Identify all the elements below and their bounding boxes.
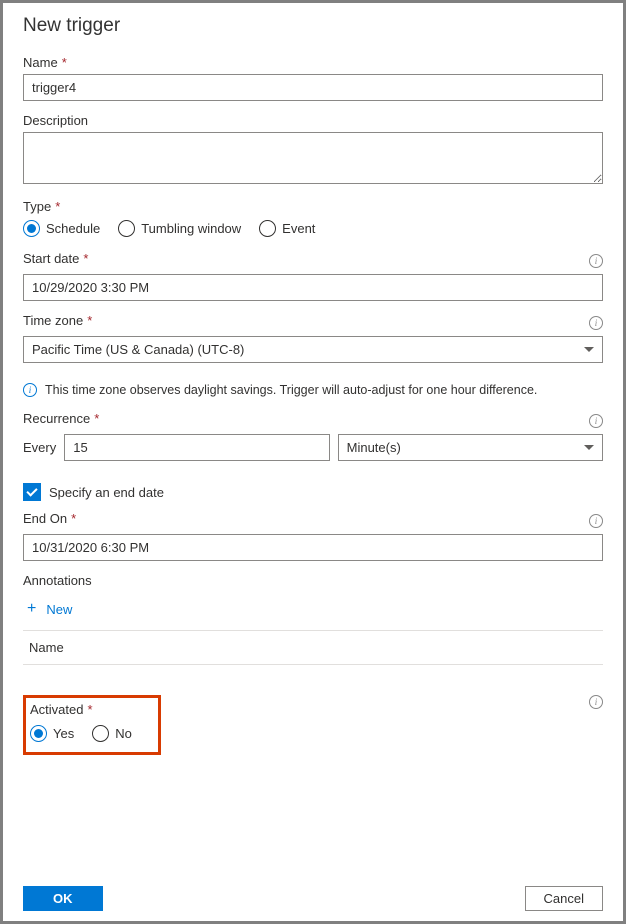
checkmark-icon xyxy=(26,485,37,496)
info-icon[interactable]: i xyxy=(589,514,603,528)
annotations-table-header: Name xyxy=(23,630,603,665)
ok-button[interactable]: OK xyxy=(23,886,103,911)
start-date-input[interactable] xyxy=(23,274,603,301)
required-marker: * xyxy=(83,251,88,266)
required-marker: * xyxy=(87,702,92,717)
type-label: Type xyxy=(23,199,51,214)
type-radio-event[interactable]: Event xyxy=(259,220,315,237)
description-field: Description xyxy=(23,113,603,187)
type-field: Type * Schedule Tumbling window Event xyxy=(23,199,603,239)
radio-icon xyxy=(23,220,40,237)
end-on-field: End On * i xyxy=(23,511,603,561)
time-zone-label: Time zone xyxy=(23,313,83,328)
recurrence-unit-value: Minute(s) xyxy=(347,440,401,455)
end-on-input[interactable] xyxy=(23,534,603,561)
end-on-label: End On xyxy=(23,511,67,526)
radio-icon xyxy=(259,220,276,237)
recurrence-unit-select[interactable]: Minute(s) xyxy=(338,434,603,461)
dst-note-text: This time zone observes daylight savings… xyxy=(45,383,537,397)
radio-icon xyxy=(30,725,47,742)
required-marker: * xyxy=(62,55,67,70)
dst-note: i This time zone observes daylight savin… xyxy=(23,383,603,397)
info-icon[interactable]: i xyxy=(589,316,603,330)
recurrence-value-input[interactable] xyxy=(64,434,329,461)
time-zone-select[interactable]: Pacific Time (US & Canada) (UTC-8) xyxy=(23,336,603,363)
required-marker: * xyxy=(55,199,60,214)
time-zone-field: Time zone * i Pacific Time (US & Canada)… xyxy=(23,313,603,363)
name-input[interactable] xyxy=(23,74,603,101)
description-label: Description xyxy=(23,113,88,128)
annotations-new-label: New xyxy=(46,602,72,617)
footer: OK Cancel xyxy=(23,876,603,911)
info-icon[interactable]: i xyxy=(589,695,603,709)
every-label: Every xyxy=(23,440,56,455)
radio-icon xyxy=(118,220,135,237)
chevron-down-icon xyxy=(584,347,594,352)
type-event-label: Event xyxy=(282,221,315,236)
specify-end-row: Specify an end date xyxy=(23,483,603,501)
plus-icon: + xyxy=(27,600,36,618)
annotations-field: Annotations + New Name xyxy=(23,573,603,665)
activated-no-label: No xyxy=(115,726,132,741)
recurrence-field: Recurrence * i Every Minute(s) xyxy=(23,411,603,461)
activated-highlight: Activated * Yes No xyxy=(23,695,161,755)
start-date-field: Start date * i xyxy=(23,251,603,301)
activated-yes-label: Yes xyxy=(53,726,74,741)
name-label: Name xyxy=(23,55,58,70)
type-radio-tumbling[interactable]: Tumbling window xyxy=(118,220,241,237)
time-zone-value: Pacific Time (US & Canada) (UTC-8) xyxy=(32,342,244,357)
required-marker: * xyxy=(94,411,99,426)
type-tumbling-label: Tumbling window xyxy=(141,221,241,236)
required-marker: * xyxy=(87,313,92,328)
new-trigger-panel: New trigger Name * Description Type * Sc… xyxy=(0,0,626,924)
specify-end-checkbox[interactable] xyxy=(23,483,41,501)
recurrence-label: Recurrence xyxy=(23,411,90,426)
annotations-col-name: Name xyxy=(29,640,64,655)
required-marker: * xyxy=(71,511,76,526)
start-date-label: Start date xyxy=(23,251,79,266)
annotations-new-button[interactable]: + New xyxy=(23,592,603,630)
info-icon[interactable]: i xyxy=(589,414,603,428)
type-radio-schedule[interactable]: Schedule xyxy=(23,220,100,237)
chevron-down-icon xyxy=(584,445,594,450)
specify-end-label: Specify an end date xyxy=(49,485,164,500)
activated-label: Activated xyxy=(30,702,83,717)
radio-icon xyxy=(92,725,109,742)
info-icon[interactable]: i xyxy=(589,254,603,268)
name-field: Name * xyxy=(23,55,603,101)
activated-radio-yes[interactable]: Yes xyxy=(30,725,74,742)
type-schedule-label: Schedule xyxy=(46,221,100,236)
panel-title: New trigger xyxy=(23,15,603,37)
description-input[interactable] xyxy=(23,132,603,184)
annotations-label: Annotations xyxy=(23,573,92,588)
cancel-button[interactable]: Cancel xyxy=(525,886,603,911)
activated-radio-no[interactable]: No xyxy=(92,725,132,742)
info-icon: i xyxy=(23,383,37,397)
activated-field: Activated * Yes No i xyxy=(23,695,603,755)
